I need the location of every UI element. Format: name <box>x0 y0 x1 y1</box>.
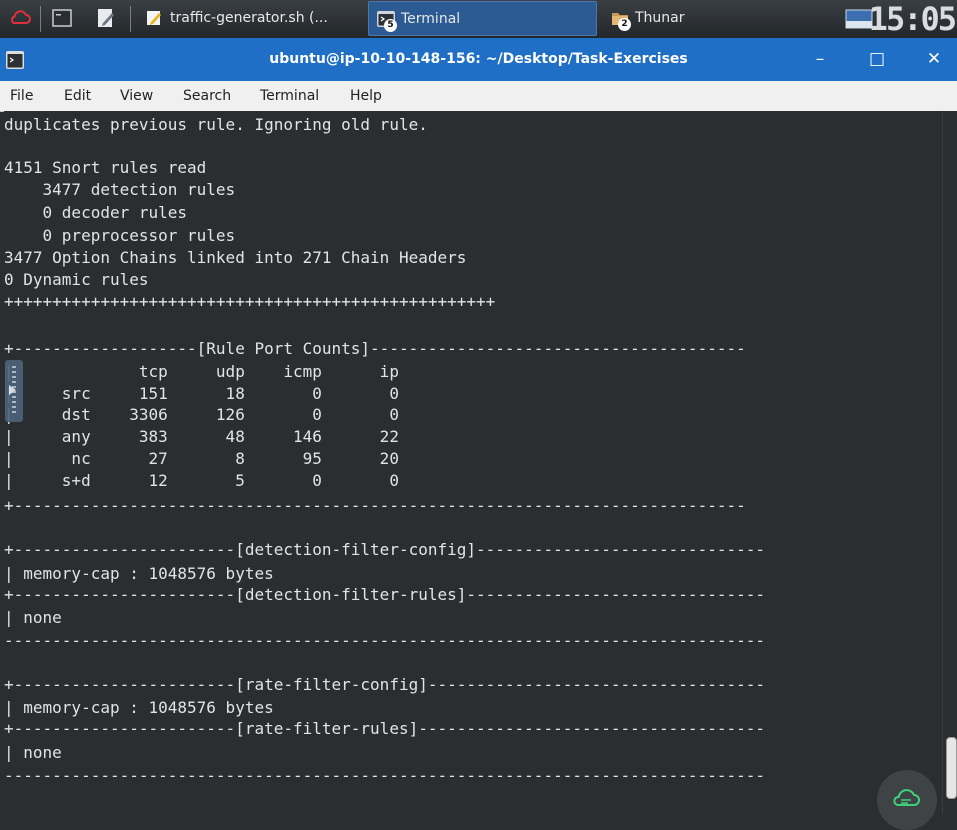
menu-file[interactable]: File <box>10 81 33 111</box>
task-terminal[interactable]: 5 Terminal <box>368 1 597 36</box>
window-titlebar[interactable]: ubuntu@ip-10-10-148-156: ~/Desktop/Task-… <box>0 38 957 81</box>
side-panel-toggle[interactable] <box>5 360 23 422</box>
clock[interactable]: 15:05 <box>869 3 957 35</box>
terminal-line: ----------------------------------------… <box>4 631 765 650</box>
terminal-line: +-----------------------[detection-filte… <box>4 540 765 559</box>
terminal-line: | any 383 48 146 22 <box>4 427 399 446</box>
menubar: File Edit View Search Terminal Help <box>0 81 957 112</box>
panel-separator <box>130 6 131 32</box>
terminal-line: 0 preprocessor rules <box>4 226 236 245</box>
terminal-line: +-----------------------[detection-filte… <box>4 585 765 604</box>
terminal-line: +-----------------------[rate-filter-rul… <box>4 719 765 738</box>
cloud-logo-icon[interactable] <box>8 6 32 30</box>
terminal-line: 3477 detection rules <box>4 180 236 199</box>
panel-separator <box>40 6 41 32</box>
window-count-badge: 2 <box>618 18 631 31</box>
menu-edit[interactable]: Edit <box>64 81 91 111</box>
notes-launcher-icon[interactable] <box>94 6 118 30</box>
terminal-line: | none <box>4 608 62 627</box>
terminal-line: +-----------------------[rate-filter-con… <box>4 675 765 694</box>
window-count-badge: 5 <box>384 19 397 32</box>
menu-terminal[interactable]: Terminal <box>260 81 319 111</box>
cloud-chat-icon <box>893 789 920 806</box>
terminal-line: 4151 Snort rules read <box>4 158 207 177</box>
task-thunar[interactable]: 2 Thunar <box>603 1 832 36</box>
terminal-line: +-------------------[Rule Port Counts]--… <box>4 339 746 358</box>
terminal-line: | nc 27 8 95 20 <box>4 449 399 468</box>
terminal-line: | memory-cap : 1048576 bytes <box>4 698 274 717</box>
assistant-button[interactable] <box>877 770 937 830</box>
scrollbar-thumb[interactable] <box>946 737 957 799</box>
terminal-line: duplicates previous rule. Ignoring old r… <box>4 115 428 134</box>
task-label: traffic-generator.sh (... <box>170 10 328 26</box>
vertical-scrollbar[interactable] <box>942 111 957 814</box>
terminal-line: 0 decoder rules <box>4 203 188 222</box>
menu-help[interactable]: Help <box>350 81 382 111</box>
task-label: Terminal <box>401 11 461 27</box>
close-button[interactable]: ✕ <box>914 38 954 81</box>
top-panel: traffic-generator.sh (... 5 Terminal 2 T… <box>0 0 957 39</box>
menu-view[interactable]: View <box>120 81 153 111</box>
terminal-line: 0 Dynamic rules <box>4 270 149 289</box>
terminal-line: | s+d 12 5 0 0 <box>4 471 399 490</box>
expand-arrow-icon <box>9 385 16 395</box>
terminal-line: | src 151 18 0 0 <box>4 384 399 403</box>
terminal-line: 3477 Option Chains linked into 271 Chain… <box>4 248 467 267</box>
terminal-line: ++++++++++++++++++++++++++++++++++++++++… <box>4 292 496 311</box>
menu-search[interactable]: Search <box>183 81 231 111</box>
text-editor-icon <box>147 11 161 25</box>
terminal-line: | tcp udp icmp ip <box>4 362 399 381</box>
terminal-line: | memory-cap : 1048576 bytes <box>4 564 274 583</box>
minimize-button[interactable]: – <box>800 38 840 81</box>
terminal-output[interactable]: duplicates previous rule. Ignoring old r… <box>4 111 942 814</box>
terminal-line: | none <box>4 743 62 762</box>
terminal-line: ----------------------------------------… <box>4 766 765 785</box>
task-label: Thunar <box>635 10 685 26</box>
terminal-line: | dst 3306 126 0 0 <box>4 405 399 424</box>
maximize-button[interactable]: □ <box>857 38 897 81</box>
terminal-line: +---------------------------------------… <box>4 496 746 515</box>
task-text-editor[interactable]: traffic-generator.sh (... <box>138 1 361 36</box>
show-desktop-icon[interactable] <box>50 6 74 30</box>
